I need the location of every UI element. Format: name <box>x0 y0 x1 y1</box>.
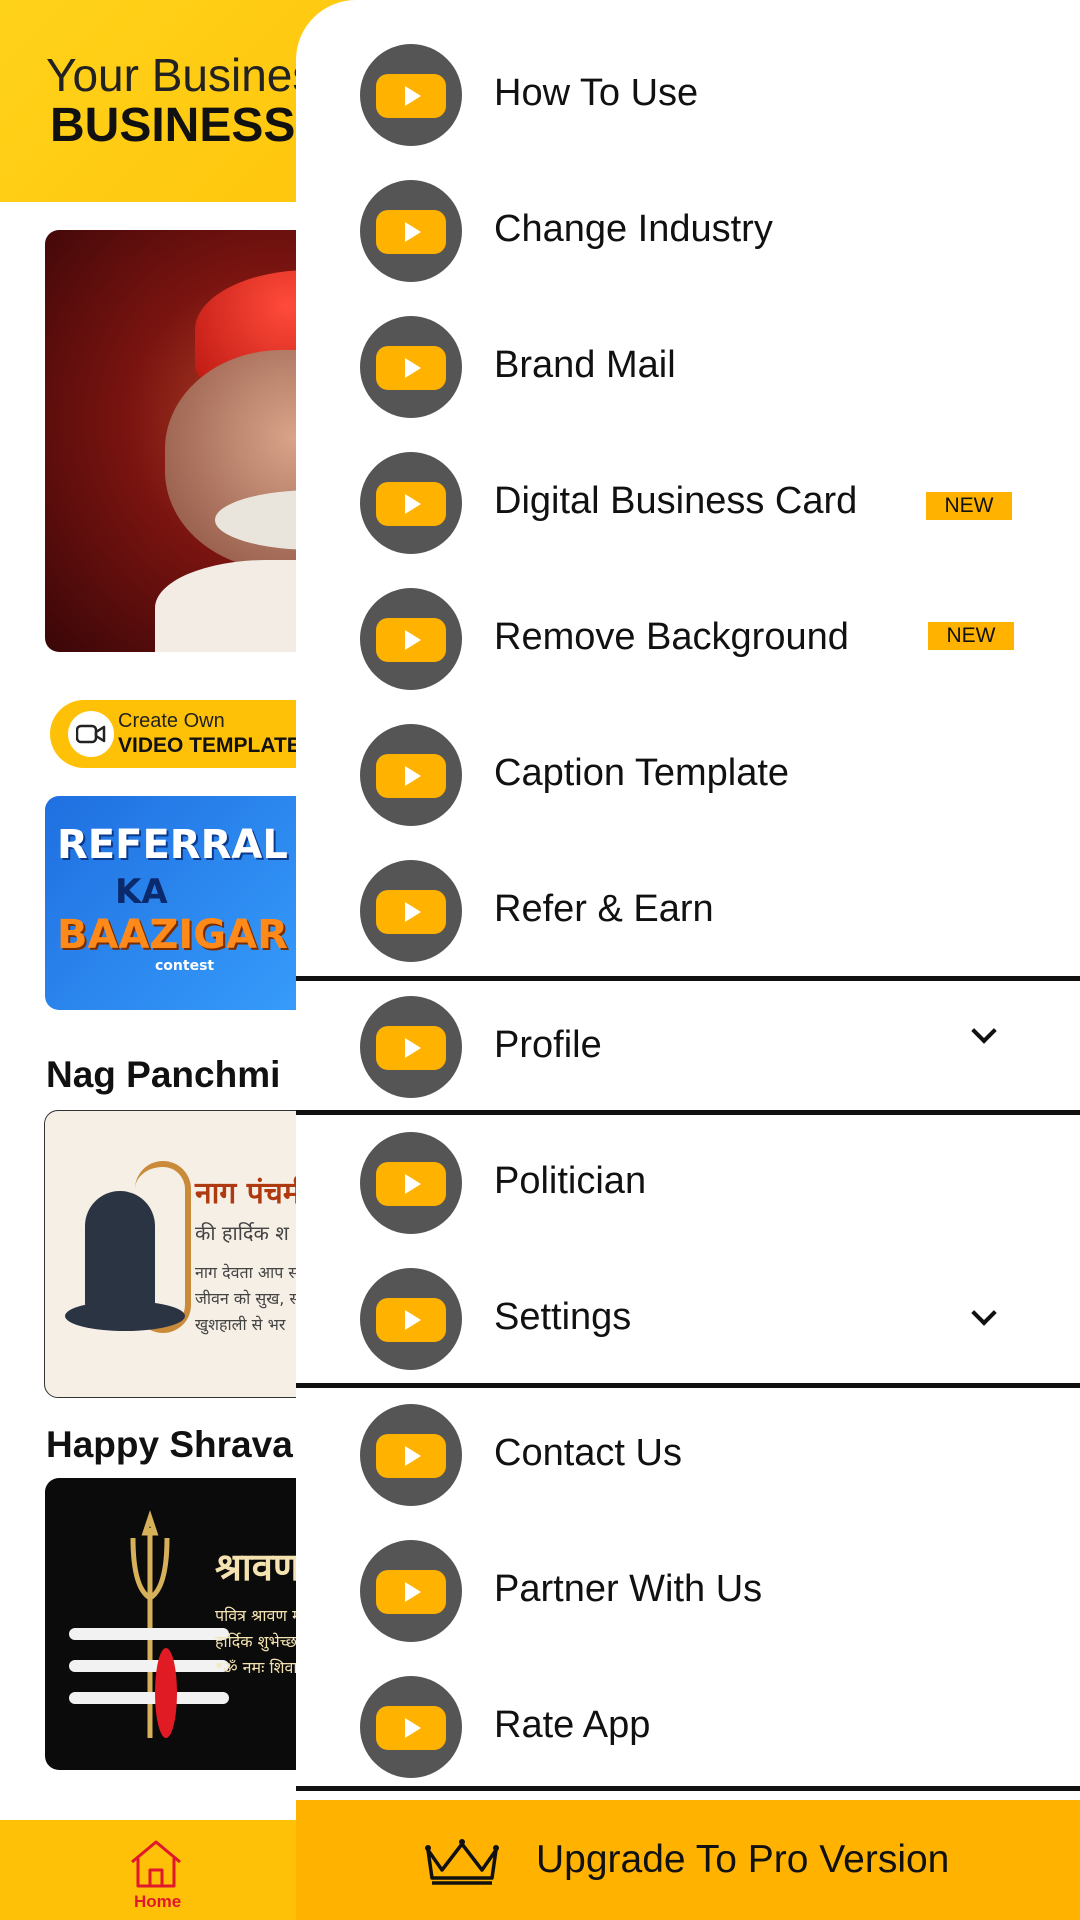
shivling-shape <box>85 1191 155 1311</box>
section-title-nag-panchmi: Nag Panchmi <box>46 1054 281 1095</box>
menu-item-label: Politician <box>494 1160 647 1202</box>
referral-line4: contest <box>155 958 215 974</box>
menu-item-partner-with-us[interactable]: Partner With Us <box>296 1522 1080 1658</box>
menu-item-rate-app[interactable]: Rate App <box>296 1658 1080 1794</box>
menu-item-label: How To Use <box>494 72 699 114</box>
play-icon <box>360 180 462 282</box>
shravan-text3: हार्दिक शुभेच्छ <box>215 1632 297 1651</box>
pill-line1: Create Own <box>118 710 225 732</box>
play-icon <box>360 1268 462 1370</box>
menu-item-caption-template[interactable]: Caption Template <box>296 706 1080 842</box>
menu-item-label: Rate App <box>494 1704 651 1746</box>
menu-item-profile[interactable]: Profile <box>296 978 1080 1114</box>
nag-card-text4: जीवन को सुख, समृ <box>195 1289 310 1308</box>
menu-item-refer-earn[interactable]: Refer & Earn <box>296 842 1080 978</box>
tilak-stripe <box>69 1628 229 1640</box>
menu-divider <box>296 1786 1080 1791</box>
new-badge: NEW <box>928 622 1014 650</box>
play-icon <box>360 44 462 146</box>
menu-item-settings[interactable]: Settings <box>296 1250 1080 1386</box>
play-icon <box>360 1132 462 1234</box>
home-icon[interactable] <box>126 1838 186 1890</box>
nag-card-text2: की हार्दिक श <box>195 1221 289 1245</box>
menu-item-label: Refer & Earn <box>494 888 714 930</box>
menu-item-brand-mail[interactable]: Brand Mail <box>296 298 1080 434</box>
header-title-line2: BUSINESS <box>50 99 296 152</box>
menu-item-label: Profile <box>494 1024 602 1066</box>
referral-line1: REFERRAL <box>57 822 288 868</box>
menu-item-how-to-use[interactable]: How To Use <box>296 26 1080 162</box>
shravan-text2: पवित्र श्रावण मा <box>215 1606 306 1625</box>
referral-line2: KA <box>115 872 168 912</box>
navigation-drawer: How To Use Change Industry Brand Mail Di… <box>296 0 1080 1920</box>
play-icon <box>360 1676 462 1778</box>
upgrade-pro-button[interactable]: Upgrade To Pro Version <box>296 1800 1080 1920</box>
menu-item-label: Contact Us <box>494 1432 682 1474</box>
menu-item-label: Remove Background <box>494 616 849 658</box>
menu-item-change-industry[interactable]: Change Industry <box>296 162 1080 298</box>
nag-card-text1: नाग पंचमी <box>195 1176 309 1211</box>
play-icon <box>360 1540 462 1642</box>
play-icon <box>360 724 462 826</box>
chevron-down-icon[interactable] <box>972 1022 994 1044</box>
menu-item-contact-us[interactable]: Contact Us <box>296 1386 1080 1522</box>
play-icon <box>360 316 462 418</box>
play-icon <box>360 452 462 554</box>
menu-item-label: Change Industry <box>494 208 773 250</box>
menu-item-label: Brand Mail <box>494 344 676 386</box>
play-icon <box>360 588 462 690</box>
upgrade-label: Upgrade To Pro Version <box>536 1838 950 1881</box>
nag-card-text5: खुशहाली से भर <box>195 1315 286 1334</box>
shivling-base <box>65 1301 185 1331</box>
menu-item-label: Partner With Us <box>494 1568 763 1610</box>
shravan-text4: *ॐ नमः शिवा <box>215 1658 298 1677</box>
tilak-red <box>155 1648 177 1738</box>
referral-line3: BAAZIGAR <box>57 912 288 958</box>
menu-item-politician[interactable]: Politician <box>296 1114 1080 1250</box>
video-camera-icon <box>68 711 114 757</box>
section-title-happy-shravan: Happy Shrava <box>46 1424 293 1465</box>
chevron-down-icon[interactable] <box>972 1304 994 1326</box>
tilak-stripe <box>69 1692 229 1704</box>
new-badge: NEW <box>926 492 1012 520</box>
header-title-line1: Your Busines <box>46 49 316 101</box>
menu-item-remove-background[interactable]: Remove Background NEW <box>296 570 1080 706</box>
play-icon <box>360 996 462 1098</box>
menu-item-label: Settings <box>494 1296 632 1338</box>
tilak-stripe <box>69 1660 229 1672</box>
play-icon <box>360 860 462 962</box>
menu-item-label: Caption Template <box>494 752 790 794</box>
crown-icon <box>425 1839 499 1885</box>
pill-line2: VIDEO TEMPLATE <box>118 734 301 757</box>
nav-home-label[interactable]: Home <box>134 1892 181 1912</box>
play-icon <box>360 1404 462 1506</box>
menu-item-digital-business-card[interactable]: Digital Business Card NEW <box>296 434 1080 570</box>
nag-card-text3: नाग देवता आप स <box>195 1263 300 1282</box>
menu-item-label: Digital Business Card <box>494 480 858 522</box>
